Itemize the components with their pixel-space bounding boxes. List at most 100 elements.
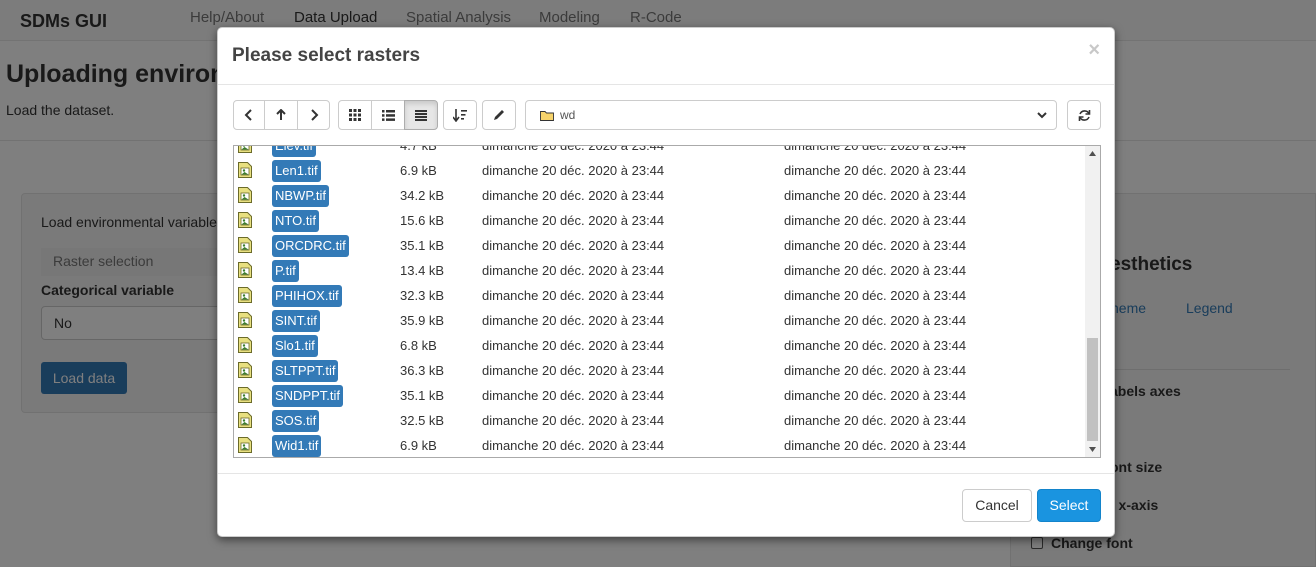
- file-row[interactable]: SNDPPT.tif 35.1 kB dimanche 20 déc. 2020 à…: [234, 384, 1084, 409]
- file-created: dimanche 20 déc. 2020 à 23:44: [482, 363, 665, 378]
- file-size: 6.9 kB: [400, 438, 437, 453]
- back-button[interactable]: [233, 100, 265, 130]
- file-created: dimanche 20 déc. 2020 à 23:44: [482, 288, 665, 303]
- file-row[interactable]: Slo1.tif 6.8 kB dimanche 20 déc. 2020 à 23…: [234, 334, 1084, 359]
- scrollbar[interactable]: [1085, 146, 1100, 457]
- chevron-down-icon: [1037, 112, 1047, 119]
- file-name[interactable]: P.tif: [272, 260, 299, 282]
- list-icon: [381, 109, 395, 121]
- forward-button[interactable]: [297, 100, 330, 130]
- file-created: dimanche 20 déc. 2020 à 23:44: [482, 263, 665, 278]
- image-file-icon: [238, 387, 252, 406]
- file-created: dimanche 20 déc. 2020 à 23:44: [482, 313, 665, 328]
- file-modified: dimanche 20 déc. 2020 à 23:44: [784, 213, 967, 228]
- file-name[interactable]: SLTPPT.tif: [272, 360, 339, 382]
- file-name[interactable]: Len1.tif: [272, 160, 321, 182]
- file-created: dimanche 20 déc. 2020 à 23:44: [482, 163, 665, 178]
- file-name[interactable]: NBWP.tif: [272, 185, 330, 207]
- file-name[interactable]: SINT.tif: [272, 310, 320, 332]
- file-name[interactable]: SNDPPT.tif: [272, 385, 344, 407]
- file-modified: dimanche 20 déc. 2020 à 23:44: [784, 288, 967, 303]
- refresh-button[interactable]: [1067, 100, 1101, 130]
- file-name[interactable]: NTO.tif: [272, 210, 319, 232]
- file-row[interactable]: SINT.tif 35.9 kB dimanche 20 déc. 2020 à 2…: [234, 309, 1084, 334]
- icon-view-button[interactable]: [338, 100, 372, 130]
- image-file-icon: [238, 312, 252, 331]
- file-list[interactable]: Elev.tif 4.7 kB dimanche 20 déc. 2020 à 23…: [233, 145, 1101, 458]
- file-row[interactable]: Len1.tif 6.9 kB dimanche 20 déc. 2020 à 23…: [234, 159, 1084, 184]
- image-file-icon: [238, 146, 252, 156]
- file-size: 36.3 kB: [400, 363, 445, 378]
- chevron-right-icon: [310, 109, 318, 121]
- file-row[interactable]: Wid1.tif 6.9 kB dimanche 20 déc. 2020 à 23…: [234, 434, 1084, 457]
- file-row[interactable]: NBWP.tif 34.2 kB dimanche 20 déc. 2020 à 2…: [234, 184, 1084, 209]
- file-name[interactable]: SOS.tif: [272, 410, 320, 432]
- file-created: dimanche 20 déc. 2020 à 23:44: [482, 413, 665, 428]
- close-icon[interactable]: ×: [1088, 40, 1100, 60]
- file-created: dimanche 20 déc. 2020 à 23:44: [482, 188, 665, 203]
- file-modified: dimanche 20 déc. 2020 à 23:44: [784, 363, 967, 378]
- file-chooser-modal: Please select rasters × wd Elev.tif 4.7 …: [217, 27, 1115, 537]
- modal-title: Please select rasters: [232, 45, 421, 66]
- image-file-icon: [238, 212, 252, 231]
- directory-select[interactable]: wd: [525, 100, 1057, 130]
- file-row[interactable]: SLTPPT.tif 36.3 kB dimanche 20 déc. 2020 à…: [234, 359, 1084, 384]
- scrollbar-thumb[interactable]: [1087, 338, 1098, 441]
- file-size: 34.2 kB: [400, 188, 445, 203]
- sort-icon: [453, 108, 467, 122]
- file-size: 6.8 kB: [400, 338, 437, 353]
- file-created: dimanche 20 déc. 2020 à 23:44: [482, 238, 665, 253]
- list-view-button[interactable]: [371, 100, 405, 130]
- file-size: 13.4 kB: [400, 263, 445, 278]
- file-row[interactable]: SOS.tif 32.5 kB dimanche 20 déc. 2020 à 23…: [234, 409, 1084, 434]
- file-modified: dimanche 20 déc. 2020 à 23:44: [784, 263, 967, 278]
- file-row[interactable]: PHIHOX.tif 32.3 kB dimanche 20 déc. 2020 à…: [234, 284, 1084, 309]
- image-file-icon: [238, 412, 252, 431]
- up-button[interactable]: [264, 100, 298, 130]
- file-name[interactable]: PHIHOX.tif: [272, 285, 342, 307]
- image-file-icon: [238, 362, 252, 381]
- file-size: 32.3 kB: [400, 288, 445, 303]
- file-row[interactable]: ORCDRC.tif 35.1 kB dimanche 20 déc. 2020 à…: [234, 234, 1084, 259]
- file-modified: dimanche 20 déc. 2020 à 23:44: [784, 145, 967, 153]
- file-name[interactable]: ORCDRC.tif: [272, 235, 349, 257]
- folder-icon: [540, 110, 554, 121]
- file-name[interactable]: Wid1.tif: [272, 435, 322, 457]
- file-toolbar: wd: [233, 100, 1101, 130]
- scroll-down-arrow[interactable]: [1085, 442, 1100, 457]
- file-row[interactable]: P.tif 13.4 kB dimanche 20 déc. 2020 à 23:4…: [234, 259, 1084, 284]
- file-created: dimanche 20 déc. 2020 à 23:44: [482, 438, 665, 453]
- file-size: 6.9 kB: [400, 163, 437, 178]
- file-name[interactable]: Elev.tif: [272, 146, 317, 157]
- chevron-left-icon: [244, 109, 252, 121]
- file-modified: dimanche 20 déc. 2020 à 23:44: [784, 388, 967, 403]
- file-created: dimanche 20 déc. 2020 à 23:44: [482, 213, 665, 228]
- image-file-icon: [238, 262, 252, 281]
- file-size: 35.1 kB: [400, 388, 445, 403]
- file-modified: dimanche 20 déc. 2020 à 23:44: [784, 188, 967, 203]
- select-button[interactable]: Select: [1037, 489, 1101, 522]
- detail-list-icon: [415, 109, 427, 121]
- file-size: 15.6 kB: [400, 213, 445, 228]
- file-created: dimanche 20 déc. 2020 à 23:44: [482, 388, 665, 403]
- file-rows: Elev.tif 4.7 kB dimanche 20 déc. 2020 à 23…: [234, 145, 1084, 457]
- image-file-icon: [238, 187, 252, 206]
- new-folder-button[interactable]: [482, 100, 516, 130]
- arrow-up-icon: [276, 109, 286, 120]
- file-modified: dimanche 20 déc. 2020 à 23:44: [784, 413, 967, 428]
- file-row[interactable]: NTO.tif 15.6 kB dimanche 20 déc. 2020 à 23…: [234, 209, 1084, 234]
- image-file-icon: [238, 337, 252, 356]
- scroll-up-arrow[interactable]: [1085, 146, 1100, 161]
- file-size: 32.5 kB: [400, 413, 445, 428]
- file-size: 35.9 kB: [400, 313, 445, 328]
- file-row[interactable]: Elev.tif 4.7 kB dimanche 20 déc. 2020 à 23…: [234, 145, 1084, 159]
- cancel-button[interactable]: Cancel: [962, 489, 1032, 522]
- directory-label: wd: [560, 108, 576, 122]
- file-created: dimanche 20 déc. 2020 à 23:44: [482, 338, 665, 353]
- file-modified: dimanche 20 déc. 2020 à 23:44: [784, 438, 967, 453]
- image-file-icon: [238, 237, 252, 256]
- sort-button[interactable]: [443, 100, 477, 130]
- detail-view-button[interactable]: [404, 100, 438, 130]
- file-name[interactable]: Slo1.tif: [272, 335, 318, 357]
- file-modified: dimanche 20 déc. 2020 à 23:44: [784, 338, 967, 353]
